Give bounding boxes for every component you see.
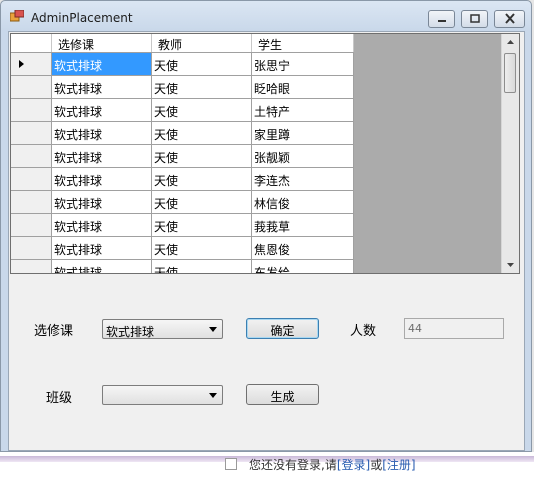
row-header[interactable] <box>11 260 52 273</box>
class-label: 班级 <box>46 391 73 406</box>
row-header[interactable] <box>11 168 52 191</box>
scroll-down-button[interactable] <box>502 256 519 273</box>
table-cell[interactable]: 软式排球 <box>52 214 152 237</box>
table-cell[interactable]: 天使 <box>152 122 252 145</box>
title-bar[interactable]: AdminPlacement <box>1 1 531 31</box>
scroll-up-button[interactable] <box>502 34 519 51</box>
chevron-down-icon <box>209 327 217 332</box>
minimize-button[interactable] <box>428 10 455 28</box>
table-row[interactable]: 软式排球 天使 眨哈眼 <box>11 76 354 99</box>
table-cell[interactable]: 天使 <box>152 53 252 76</box>
table-cell[interactable]: 软式排球 <box>52 76 152 99</box>
maximize-button[interactable] <box>461 10 488 28</box>
current-row-icon <box>19 60 24 68</box>
row-header[interactable] <box>11 99 52 122</box>
table-row[interactable]: 软式排球 天使 张思宁 <box>11 53 354 76</box>
generate-button[interactable]: 生成 <box>246 384 319 405</box>
login-link[interactable]: [登录] <box>337 458 370 472</box>
confirm-button[interactable]: 确定 <box>246 318 319 339</box>
grid-body: 软式排球 天使 张思宁 软式排球 天使 眨哈眼 软式排球 天使 土特产 软式排球 天使 家里蹲 软式排球… <box>11 53 354 273</box>
table-cell[interactable]: 天使 <box>152 214 252 237</box>
register-link[interactable]: [注册] <box>382 458 415 472</box>
maximize-icon <box>469 14 480 23</box>
table-row[interactable]: 软式排球 天使 土特产 <box>11 99 354 122</box>
table-cell[interactable]: 张思宁 <box>252 53 354 76</box>
table-row[interactable]: 软式排球 天使 焦恩俊 <box>11 237 354 260</box>
table-cell[interactable]: 土特产 <box>252 99 354 122</box>
table-cell[interactable]: 家里蹲 <box>252 122 354 145</box>
grid-vertical-scrollbar[interactable] <box>501 34 519 273</box>
course-dropdown-value: 软式排球 <box>106 325 155 339</box>
column-header-course[interactable]: 选修课 <box>52 34 152 52</box>
table-row[interactable]: 软式排球 天使 林信俊 <box>11 191 354 214</box>
count-field[interactable]: 44 <box>404 318 504 339</box>
background-checkbox[interactable] <box>225 458 237 470</box>
table-cell[interactable]: 天使 <box>152 145 252 168</box>
class-dropdown[interactable] <box>102 385 223 405</box>
chevron-down-icon <box>209 393 217 398</box>
table-cell[interactable]: 软式排球 <box>52 260 152 273</box>
table-cell[interactable]: 天使 <box>152 191 252 214</box>
course-dropdown[interactable]: 软式排球 <box>102 319 223 339</box>
row-header-corner <box>11 34 52 52</box>
row-header[interactable] <box>11 237 52 260</box>
table-cell[interactable]: 焦恩俊 <box>252 237 354 260</box>
scroll-thumb[interactable] <box>504 53 516 93</box>
table-cell[interactable]: 软式排球 <box>52 191 152 214</box>
app-window: AdminPlacement 选修课 教师 学生 软式排球 天使 张思宁 软式排球 天使… <box>0 0 532 452</box>
row-header[interactable] <box>11 122 52 145</box>
table-cell[interactable]: 软式排球 <box>52 145 152 168</box>
table-row[interactable]: 软式排球 天使 东发给 <box>11 260 354 273</box>
table-cell[interactable]: 天使 <box>152 168 252 191</box>
table-cell[interactable]: 眨哈眼 <box>252 76 354 99</box>
table-cell[interactable]: 软式排球 <box>52 122 152 145</box>
table-cell[interactable]: 张靓颖 <box>252 145 354 168</box>
client-area: 选修课 教师 学生 软式排球 天使 张思宁 软式排球 天使 眨哈眼 软式排球 天使 土特产 软式排… <box>8 31 525 451</box>
table-row[interactable]: 软式排球 天使 莪莪草 <box>11 214 354 237</box>
minimize-icon <box>437 20 446 22</box>
course-label: 选修课 <box>34 324 74 339</box>
column-header-student[interactable]: 学生 <box>252 34 354 52</box>
close-icon <box>504 13 515 24</box>
count-label: 人数 <box>350 324 377 339</box>
table-cell[interactable]: 东发给 <box>252 260 354 273</box>
row-header[interactable] <box>11 145 52 168</box>
background-page: 您还没有登录,请[登录]或[注册] <box>0 452 534 492</box>
table-cell[interactable]: 李连杰 <box>252 168 354 191</box>
table-cell[interactable]: 天使 <box>152 260 252 273</box>
row-header[interactable] <box>11 191 52 214</box>
grid-table: 选修课 教师 学生 软式排球 天使 张思宁 软式排球 天使 眨哈眼 软式排球 天使 土特产 软式排… <box>11 34 354 273</box>
row-header[interactable] <box>11 76 52 99</box>
table-cell[interactable]: 天使 <box>152 99 252 122</box>
row-header[interactable] <box>11 53 52 76</box>
table-cell[interactable]: 软式排球 <box>52 53 152 76</box>
row-header[interactable] <box>11 214 52 237</box>
table-row[interactable]: 软式排球 天使 李连杰 <box>11 168 354 191</box>
table-cell[interactable]: 天使 <box>152 76 252 99</box>
table-cell[interactable]: 天使 <box>152 237 252 260</box>
arrow-down-icon <box>507 263 514 267</box>
column-header-teacher[interactable]: 教师 <box>152 34 252 52</box>
table-cell[interactable]: 林信俊 <box>252 191 354 214</box>
app-icon <box>10 10 24 22</box>
data-grid[interactable]: 选修课 教师 学生 软式排球 天使 张思宁 软式排球 天使 眨哈眼 软式排球 天使 土特产 软式排… <box>10 33 520 274</box>
grid-header: 选修课 教师 学生 <box>11 34 354 53</box>
table-cell[interactable]: 软式排球 <box>52 99 152 122</box>
table-cell[interactable]: 软式排球 <box>52 237 152 260</box>
window-title: AdminPlacement <box>31 11 133 25</box>
login-prompt: 您还没有登录,请[登录]或[注册] <box>249 456 416 473</box>
close-button[interactable] <box>494 10 525 28</box>
table-row[interactable]: 软式排球 天使 家里蹲 <box>11 122 354 145</box>
login-prompt-text: 您还没有登录,请 <box>249 458 337 472</box>
login-or-text: 或 <box>370 458 383 472</box>
table-row[interactable]: 软式排球 天使 张靓颖 <box>11 145 354 168</box>
table-cell[interactable]: 软式排球 <box>52 168 152 191</box>
arrow-up-icon <box>507 40 514 44</box>
table-cell[interactable]: 莪莪草 <box>252 214 354 237</box>
